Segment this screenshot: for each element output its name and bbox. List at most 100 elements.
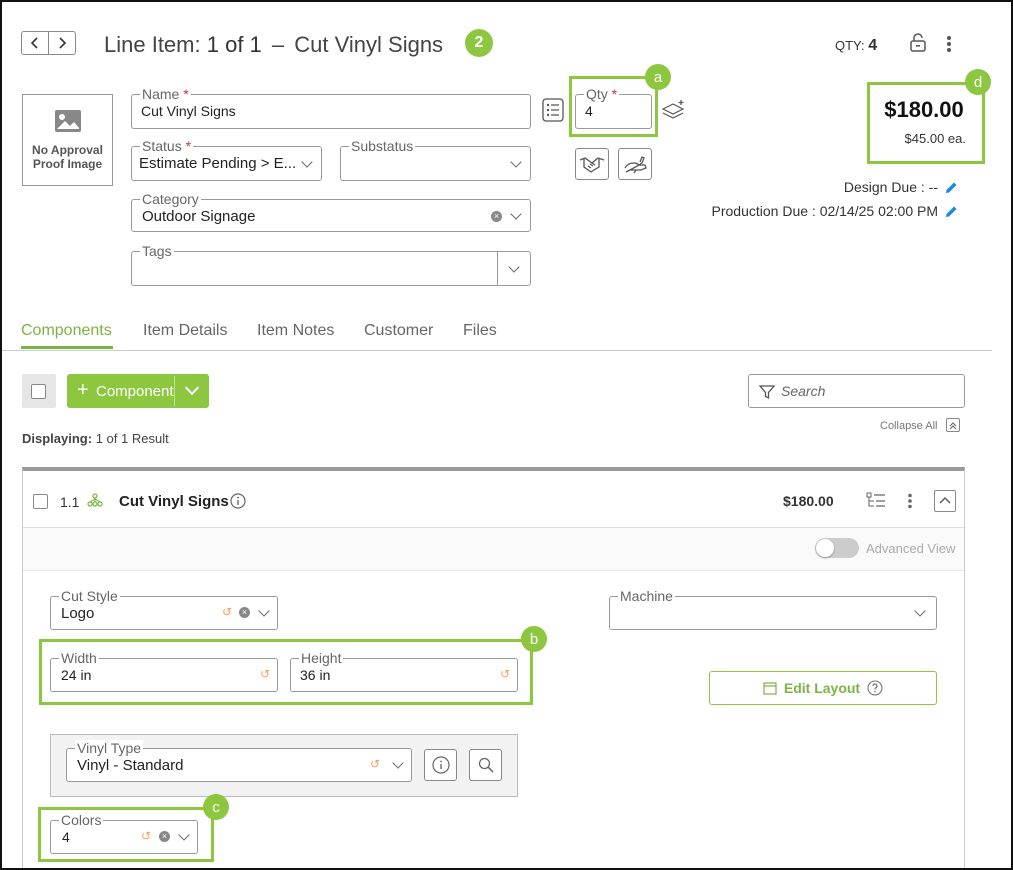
colors-value: 4 [62,829,70,845]
reset-icon[interactable]: ↺ [141,829,151,843]
vinyl-type-label: Vinyl Type [75,740,144,756]
tab-item-notes[interactable]: Item Notes [257,322,334,340]
collapse-component-button[interactable] [934,490,956,512]
edit-production-due-icon[interactable] [944,205,958,224]
next-item-button[interactable] [48,31,76,55]
vinyl-search-button[interactable] [469,749,502,781]
collapse-all-icon[interactable] [946,418,960,432]
vinyl-info-button[interactable] [424,749,457,781]
category-label: Category [140,191,201,207]
displaying-label: Displaying: [22,431,93,446]
category-value: Outdoor Signage [142,208,256,225]
cut-style-value: Logo [61,605,95,622]
chevron-left-icon [30,37,38,49]
info-icon[interactable] [230,493,246,509]
rush-button[interactable] [618,148,652,180]
status-value: Estimate Pending > E... [139,155,297,172]
clear-icon[interactable]: × [239,607,250,618]
active-tab-indicator [21,346,113,349]
qty-field[interactable]: Qty * 4 [575,86,652,129]
tab-files[interactable]: Files [463,322,497,340]
height-value: 36 in [300,667,331,683]
edit-design-due-icon[interactable] [944,181,958,200]
search-icon [478,757,494,773]
edit-layout-button[interactable]: Edit Layout [709,671,937,705]
clear-icon[interactable]: × [159,831,170,842]
tab-customer[interactable]: Customer [364,322,433,340]
reset-icon[interactable]: ↺ [222,605,232,619]
chevron-right-icon [59,37,67,49]
substatus-label: Substatus [349,138,416,154]
chevron-down-icon[interactable] [508,261,520,273]
search-placeholder: Search [781,383,826,399]
callout-d: d [965,69,991,95]
tags-field[interactable]: Tags [131,243,531,286]
vinyl-type-value: Vinyl - Standard [77,757,184,774]
component-checkbox[interactable] [33,494,48,509]
handshake-button[interactable] [575,148,609,180]
name-label: Name * [140,86,191,102]
card-divider-2 [23,570,964,571]
toggle-knob [816,539,834,557]
status-label: Status * [140,138,194,154]
machine-dropdown[interactable]: Machine [609,588,937,630]
select-all-area [22,374,56,408]
select-all-checkbox[interactable] [31,384,46,399]
advanced-view-toggle[interactable] [815,538,859,558]
placeholder-text-1: No Approval [32,143,103,157]
vinyl-type-dropdown[interactable]: Vinyl Type Vinyl - Standard ↺ [66,740,412,782]
advanced-view-bar: Advanced View [23,528,964,570]
substatus-dropdown[interactable]: Substatus [340,138,531,181]
width-value: 24 in [61,667,92,683]
component-more-icon[interactable] [907,493,913,509]
tab-components[interactable]: Components [21,322,112,340]
help-icon[interactable] [867,680,883,696]
qty-summary-label: QTY: [835,38,865,53]
layers-add-icon[interactable] [661,98,687,127]
qty-value: 4 [585,103,593,119]
status-dropdown[interactable]: Status * Estimate Pending > E... [131,138,322,181]
height-field[interactable]: Height 36 in ↺ [290,650,518,692]
production-due: Production Due : 02/14/25 02:00 PM [711,203,938,219]
category-dropdown[interactable]: Category Outdoor Signage × [131,191,531,232]
tree-list-icon[interactable] [866,492,886,510]
more-options-icon[interactable] [946,35,952,58]
chevron-down-icon [184,380,200,396]
tab-item-details[interactable]: Item Details [143,322,227,340]
name-field[interactable]: Name * Cut Vinyl Signs [131,86,531,129]
machine-label: Machine [618,588,675,604]
search-input[interactable]: Search [748,374,965,408]
reset-icon[interactable]: ↺ [370,757,380,771]
displaying-value: 1 of 1 Result [95,431,169,446]
callout-c: c [203,794,229,820]
chevron-down-icon [510,208,522,220]
height-label: Height [299,650,344,666]
width-field[interactable]: Width 24 in ↺ [50,650,278,692]
step-badge: 2 [465,29,493,57]
placeholder-text-2: Proof Image [32,157,103,171]
image-icon [54,110,81,132]
width-label: Width [59,650,99,666]
title-prefix: Line Item: [104,32,201,57]
collapse-all-link[interactable]: Collapse All [880,420,937,432]
clear-icon[interactable]: × [491,211,502,222]
price-total: $180.00 [884,97,964,122]
reset-icon[interactable]: ↺ [500,667,510,681]
proof-image-placeholder[interactable]: No Approval Proof Image [22,94,113,186]
previous-item-button[interactable] [21,31,49,55]
list-icon[interactable] [542,98,564,127]
add-component-label: Component [96,383,174,400]
item-name-title: Cut Vinyl Signs [294,32,444,57]
reset-icon[interactable]: ↺ [260,667,270,681]
line-item-panel: Line Item: 1 of 1 – Cut Vinyl Signs 2 QT… [0,0,1013,870]
colors-dropdown[interactable]: Colors 4 ↺ × [50,812,198,854]
tabs-divider [2,350,992,351]
cut-style-dropdown[interactable]: Cut Style Logo ↺ × [50,588,278,630]
add-component-dropdown[interactable] [175,374,209,408]
add-component-button[interactable]: + Component [67,374,209,408]
unlock-icon[interactable] [909,33,927,58]
cut-style-label: Cut Style [59,588,120,604]
qty-summary-value: 4 [868,37,878,54]
component-price: $180.00 [783,493,834,509]
advanced-view-label: Advanced View [866,541,956,556]
